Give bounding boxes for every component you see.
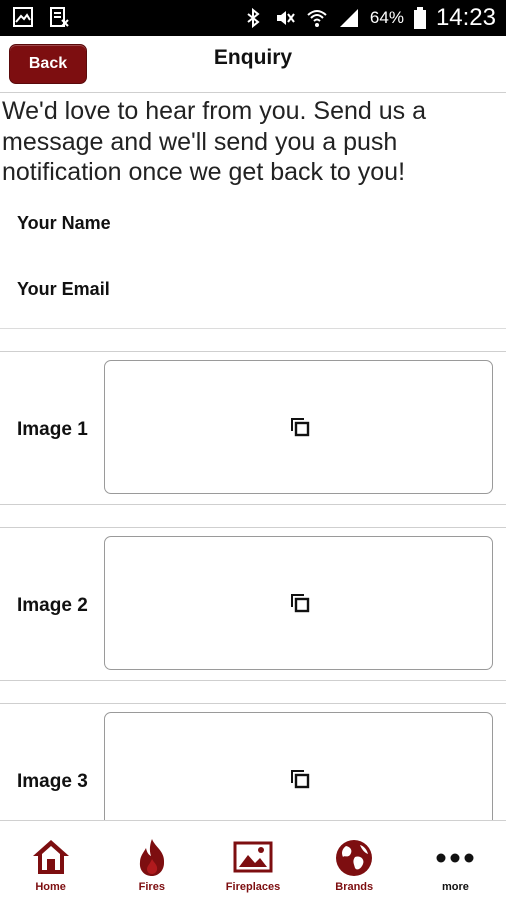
page-title: Enquiry xyxy=(213,46,293,69)
home-icon xyxy=(32,840,69,874)
signal-icon xyxy=(339,9,358,27)
tab-fireplaces-label: Fireplaces xyxy=(225,881,281,893)
tab-home-label: Home xyxy=(35,881,66,893)
globe-icon xyxy=(336,840,373,876)
mute-icon xyxy=(276,11,295,25)
clock: 14:23 xyxy=(435,4,496,31)
tab-fires[interactable]: Fires xyxy=(101,821,202,901)
image-2-label: Image 2 xyxy=(17,595,88,616)
copy-icon xyxy=(291,770,310,789)
image-1-picker[interactable] xyxy=(104,360,493,494)
tab-home[interactable]: Home xyxy=(0,821,101,901)
status-bar-right: 64% 14:23 xyxy=(242,4,496,32)
battery-icon xyxy=(413,7,426,29)
bottom-tab-bar: Home Fires Fireplaces Brands more xyxy=(0,820,506,901)
tab-brands[interactable]: Brands xyxy=(304,821,405,901)
status-bar-left xyxy=(12,6,70,28)
image-row-1: Image 1 xyxy=(0,351,506,505)
app-header: Back Enquiry xyxy=(0,36,506,93)
intro-text: We'd love to hear from you. Send us a me… xyxy=(2,97,426,186)
copy-icon xyxy=(291,418,310,437)
tab-more-label: more xyxy=(441,881,469,893)
name-field-label: Your Name xyxy=(17,213,111,233)
email-field-label: Your Email xyxy=(17,279,110,299)
name-field[interactable]: Your Name xyxy=(0,196,506,263)
flame-icon xyxy=(139,839,164,876)
image-2-picker[interactable] xyxy=(104,536,493,670)
email-field[interactable]: Your Email xyxy=(0,262,506,329)
battery-percent: 64% xyxy=(369,8,404,27)
copy-icon xyxy=(291,594,310,613)
image-notification-icon xyxy=(13,7,33,27)
tab-fireplaces[interactable]: Fireplaces xyxy=(202,821,303,901)
more-icon xyxy=(436,853,474,863)
picture-icon xyxy=(233,841,273,873)
sim-notification-icon xyxy=(50,7,69,27)
wifi-icon xyxy=(307,10,327,27)
image-3-label: Image 3 xyxy=(17,771,88,792)
status-bar: 64% 14:23 xyxy=(0,0,506,36)
tab-fires-label: Fires xyxy=(138,881,165,893)
image-row-2: Image 2 xyxy=(0,527,506,681)
bluetooth-icon xyxy=(247,7,260,29)
image-1-label: Image 1 xyxy=(17,419,88,440)
tab-more[interactable]: more xyxy=(405,821,506,901)
tab-brands-label: Brands xyxy=(335,881,374,893)
